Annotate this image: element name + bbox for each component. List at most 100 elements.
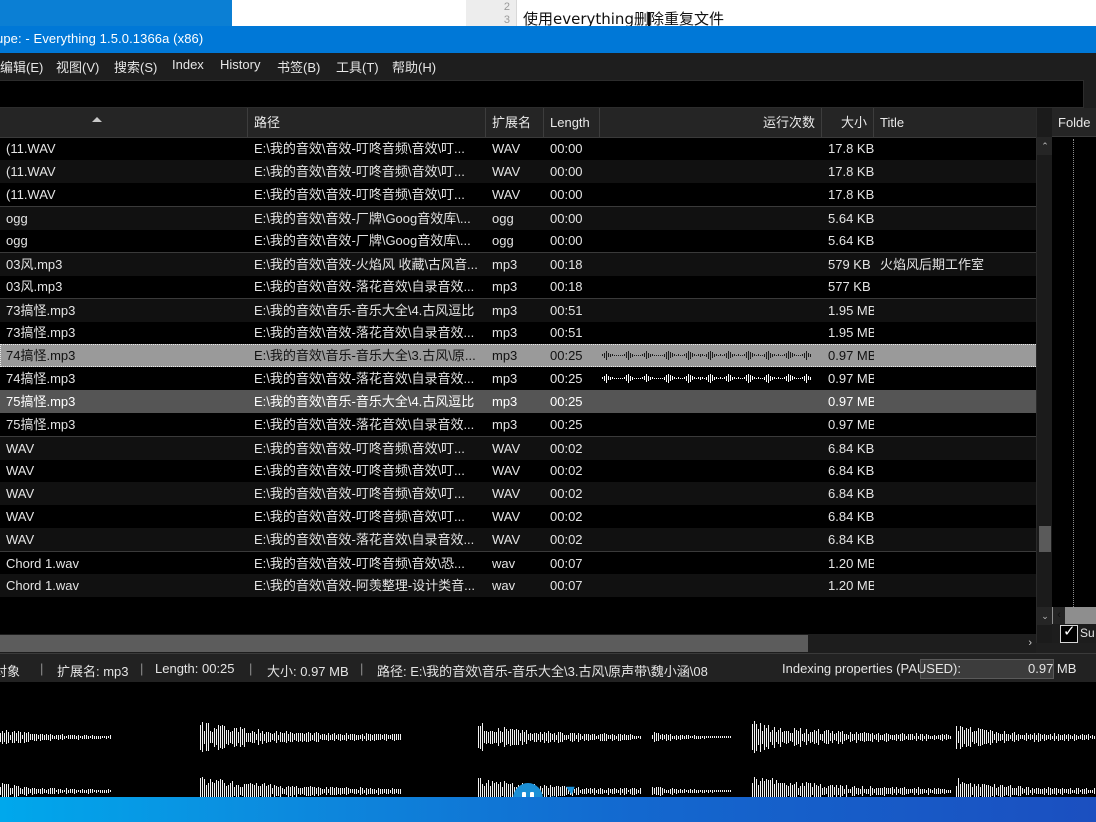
cell-path: E:\我的音效\音乐-音乐大全\3.古风\原... bbox=[254, 348, 476, 363]
menu-item-3[interactable]: 搜索(S) bbox=[114, 57, 157, 76]
menu-item-5[interactable]: History bbox=[220, 57, 260, 72]
search-input[interactable]: : bbox=[0, 80, 1084, 108]
cell-size: 1.20 MB bbox=[828, 578, 874, 593]
cell-size: 17.8 KB bbox=[828, 141, 874, 156]
table-row[interactable]: Chord 1.wav E:\我的音效\音效-叮咚音频\音效\恐... wav 00:… bbox=[0, 551, 1044, 575]
table-row[interactable]: Chord 1.wav E:\我的音效\音效-阿羡整理-设计类音... wav 00:… bbox=[0, 574, 1044, 597]
table-row[interactable]: WAV E:\我的音效\音效-落花音效\自录音效... WAV 00:02 6.84 K… bbox=[0, 528, 1044, 551]
cell-length: 00:07 bbox=[550, 556, 583, 571]
menu-bar: 编辑(E) 视图(V) 搜索(S) Index History 书签(B) 工具(T) 帮助(… bbox=[0, 53, 1096, 79]
column-header-name[interactable] bbox=[0, 108, 248, 137]
window-titlebar[interactable]: upe: - Everything 1.5.0.1366a (x86) bbox=[0, 26, 1096, 53]
cell-name: Chord 1.wav bbox=[6, 556, 79, 571]
search-input-value: : bbox=[0, 85, 1, 100]
table-row[interactable]: 74搞怪.mp3 E:\我的音效\音效-落花音效\自录音效... mp3 00:25 0… bbox=[0, 367, 1044, 390]
results-list[interactable]: 路径 扩展名 Length 运行次数 大小 Title (11.WAV E:\我的音效\音效… bbox=[0, 108, 1044, 643]
cell-runs bbox=[600, 574, 822, 597]
menu-item-4[interactable]: Index bbox=[172, 57, 204, 72]
cell-name: WAV bbox=[6, 441, 35, 456]
table-row[interactable]: WAV E:\我的音效\音效-叮咚音频\音效\叮... WAV 00:02 6.84 K… bbox=[0, 436, 1044, 460]
table-row[interactable]: 73搞怪.mp3 E:\我的音效\音乐-音乐大全\4.古风逗比 mp3 00:51 1.… bbox=[0, 298, 1044, 322]
row-waveform-preview bbox=[602, 350, 812, 361]
column-header-path[interactable]: 路径 bbox=[248, 108, 486, 137]
cell-length: 00:02 bbox=[550, 509, 583, 524]
document-text-line: 使用everything删除重复文件 bbox=[523, 10, 724, 28]
cell-runs bbox=[600, 482, 822, 505]
scroll-right-icon[interactable]: › bbox=[1028, 635, 1032, 652]
results-header[interactable]: 路径 扩展名 Length 运行次数 大小 Title bbox=[0, 108, 1044, 138]
cell-runs bbox=[600, 552, 822, 575]
vertical-scrollbar-thumb[interactable] bbox=[1039, 526, 1051, 552]
cell-ext: mp3 bbox=[492, 371, 518, 386]
table-row[interactable]: 74搞怪.mp3 E:\我的音效\音乐-音乐大全\3.古风\原... mp3 00:2… bbox=[0, 344, 1044, 367]
cell-name: WAV bbox=[6, 463, 35, 478]
folder-panel[interactable]: Folde ‹ ✓ Su bbox=[1052, 108, 1096, 643]
cell-path: E:\我的音效\音效-叮咚音频\音效\叮... bbox=[254, 463, 465, 478]
horizontal-scrollbar-thumb[interactable] bbox=[0, 635, 808, 652]
cell-ext: ogg bbox=[492, 233, 514, 248]
table-row[interactable]: 03风.mp3 E:\我的音效\音效-落花音效\自录音效... mp3 00:18 57… bbox=[0, 275, 1044, 298]
scroll-up-icon[interactable]: ⌃ bbox=[1037, 137, 1053, 155]
scroll-down-icon[interactable]: ⌄ bbox=[1037, 607, 1053, 625]
menu-item-1[interactable]: 编辑(E) bbox=[0, 57, 43, 76]
column-header-length[interactable]: Length bbox=[544, 108, 600, 137]
cell-title: 火焰风后期工作室 bbox=[880, 257, 985, 272]
cell-name: 74搞怪.mp3 bbox=[6, 371, 76, 386]
taskbar[interactable] bbox=[0, 797, 1096, 822]
background-document-window: 2 3 使用everything删除重复文件 bbox=[232, 0, 1096, 28]
menu-item-2[interactable]: 视图(V) bbox=[56, 57, 99, 76]
cell-length: 00:00 bbox=[550, 187, 583, 202]
table-row[interactable]: WAV E:\我的音效\音效-叮咚音频\音效\叮... WAV 00:02 6.84 K… bbox=[0, 459, 1044, 482]
cell-ext: mp3 bbox=[492, 303, 518, 318]
cell-length: 00:25 bbox=[550, 394, 583, 409]
cell-path: E:\我的音效\音效-落花音效\自录音效... bbox=[254, 417, 475, 432]
subfolders-checkbox[interactable]: ✓ bbox=[1060, 623, 1078, 643]
status-separator: | bbox=[249, 661, 253, 676]
document-caret bbox=[648, 12, 650, 26]
cell-title bbox=[874, 528, 1044, 551]
column-header-runs[interactable]: 运行次数 bbox=[600, 108, 822, 137]
column-header-ext[interactable]: 扩展名 bbox=[486, 108, 544, 137]
cell-length: 00:00 bbox=[550, 141, 583, 156]
cell-title bbox=[874, 344, 1044, 367]
cell-ext: mp3 bbox=[492, 257, 518, 272]
table-row[interactable]: WAV E:\我的音效\音效-叮咚音频\音效\叮... WAV 00:02 6.84 K… bbox=[0, 482, 1044, 505]
menu-item-6[interactable]: 书签(B) bbox=[277, 57, 320, 76]
cell-name: ogg bbox=[6, 211, 28, 226]
table-row[interactable]: (11.WAV E:\我的音效\音效-叮咚音频\音效\叮... WAV 00:00 17… bbox=[0, 160, 1044, 183]
table-row[interactable]: ogg E:\我的音效\音效-厂牌\Goog音效库\... ogg 00:00 5.64… bbox=[0, 206, 1044, 230]
cell-path: E:\我的音效\音效-落花音效\自录音效... bbox=[254, 532, 475, 547]
scroll-left-icon[interactable]: ‹ bbox=[1053, 607, 1065, 624]
menu-item-7[interactable]: 工具(T) bbox=[336, 57, 379, 76]
table-row[interactable]: ogg E:\我的音效\音效-厂牌\Goog音效库\... ogg 00:00 5.64… bbox=[0, 229, 1044, 252]
cell-size: 17.8 KB bbox=[828, 187, 874, 202]
folder-panel-option-row: ✓ Su bbox=[1052, 623, 1096, 643]
column-header-size[interactable]: 大小 bbox=[822, 108, 874, 137]
table-row[interactable]: 75搞怪.mp3 E:\我的音效\音乐-音乐大全\4.古风逗比 mp3 00:25 0.… bbox=[0, 390, 1044, 413]
cell-path: E:\我的音效\音乐-音乐大全\4.古风逗比 bbox=[254, 303, 475, 318]
folder-panel-header[interactable]: Folde bbox=[1052, 108, 1096, 137]
table-row[interactable]: (11.WAV E:\我的音效\音效-叮咚音频\音效\叮... WAV 00:00 17… bbox=[0, 137, 1044, 160]
column-header-title[interactable]: Title bbox=[874, 108, 1044, 137]
table-row[interactable]: 03风.mp3 E:\我的音效\音效-火焰风 收藏\古风音... mp3 00:18 5… bbox=[0, 252, 1044, 276]
cell-size: 6.84 KB bbox=[828, 463, 874, 478]
cell-size: 6.84 KB bbox=[828, 486, 874, 501]
folder-panel-horizontal-scrollbar[interactable]: ‹ bbox=[1052, 607, 1096, 624]
table-row[interactable]: WAV E:\我的音效\音效-叮咚音频\音效\叮... WAV 00:02 6.84 K… bbox=[0, 505, 1044, 528]
results-vertical-scrollbar[interactable]: ⌃ ⌄ bbox=[1036, 108, 1053, 643]
table-row[interactable]: (11.WAV E:\我的音效\音效-叮咚音频\音效\叮... WAV 00:00 17… bbox=[0, 183, 1044, 206]
cell-path: E:\我的音效\音效-厂牌\Goog音效库\... bbox=[254, 211, 471, 226]
cell-name: 75搞怪.mp3 bbox=[6, 417, 76, 432]
cell-length: 00:00 bbox=[550, 211, 583, 226]
results-rows[interactable]: (11.WAV E:\我的音效\音效-叮咚音频\音效\叮... WAV 00:00 17… bbox=[0, 137, 1044, 643]
folder-panel-divider bbox=[1073, 139, 1074, 637]
menu-item-8[interactable]: 帮助(H) bbox=[392, 57, 436, 76]
cell-ext: wav bbox=[492, 578, 516, 593]
cell-path: E:\我的音效\音效-叮咚音频\音效\叮... bbox=[254, 486, 465, 501]
results-horizontal-scrollbar[interactable]: › bbox=[0, 634, 1036, 653]
cell-name: (11.WAV bbox=[6, 164, 56, 179]
cell-ext: WAV bbox=[492, 187, 521, 202]
cell-length: 00:51 bbox=[550, 303, 583, 318]
table-row[interactable]: 75搞怪.mp3 E:\我的音效\音效-落花音效\自录音效... mp3 00:25 0… bbox=[0, 413, 1044, 436]
table-row[interactable]: 73搞怪.mp3 E:\我的音效\音效-落花音效\自录音效... mp3 00:51 1… bbox=[0, 321, 1044, 344]
